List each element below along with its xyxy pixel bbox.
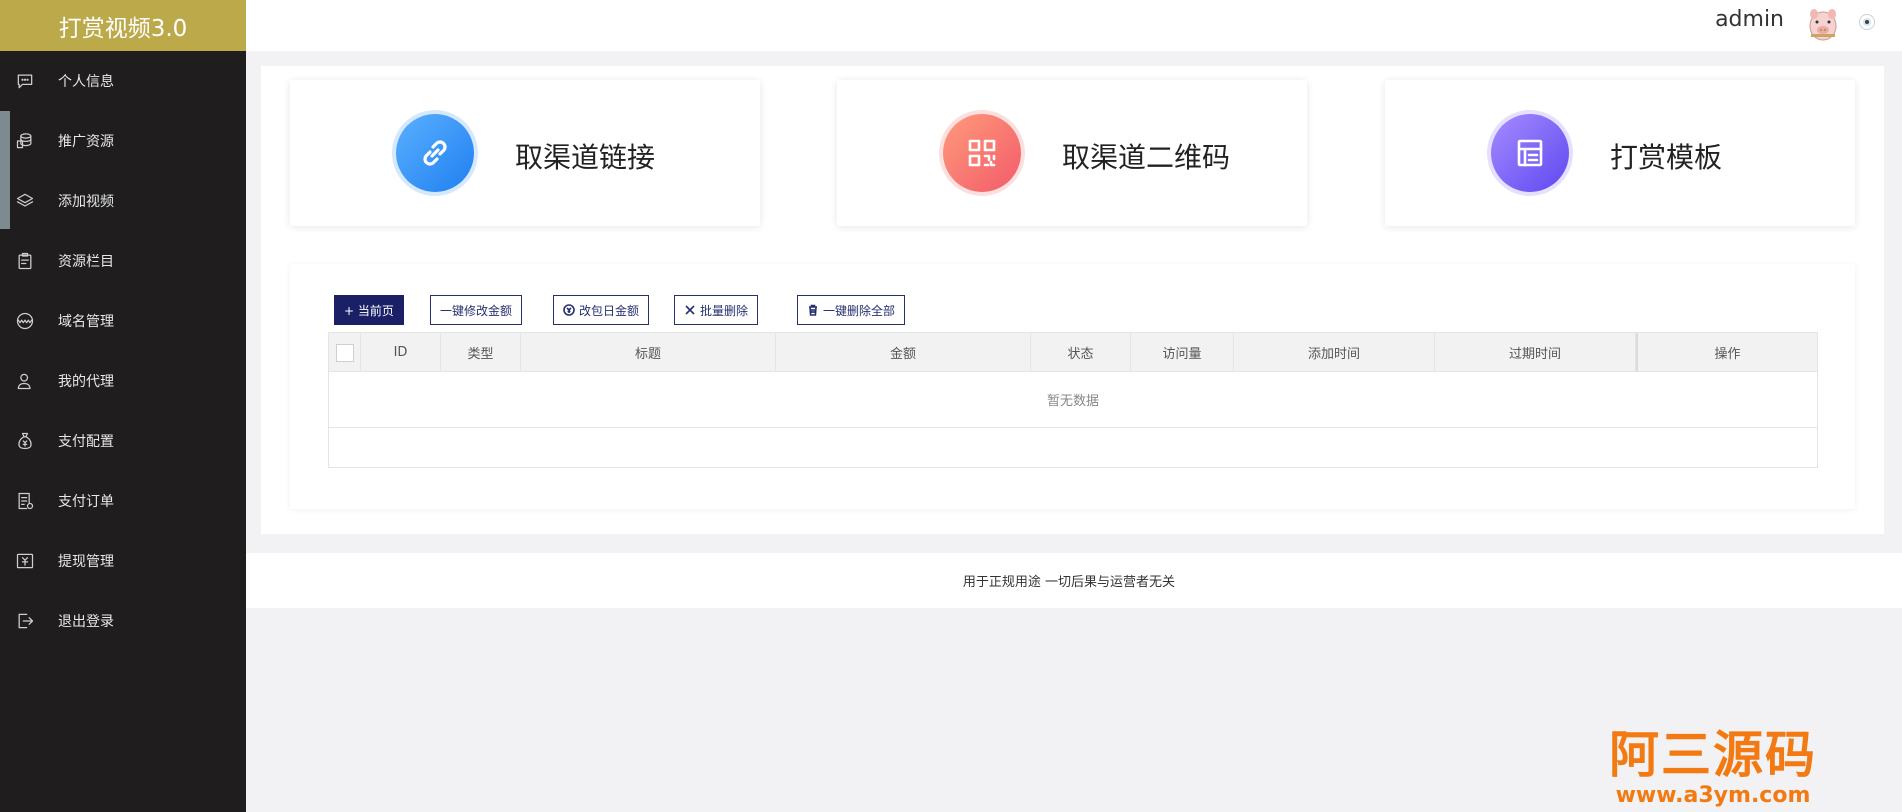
main-panel: 取渠道链接 取渠道二维码 打赏模板 + 当前页 一键修改金额 改包日金额 批量删…: [261, 66, 1884, 534]
sidebar-item-withdraw[interactable]: 提现管理: [0, 531, 246, 591]
current-page-button[interactable]: + 当前页: [334, 295, 404, 325]
data-table-section: + 当前页 一键修改金额 改包日金额 批量删除 一键删除全部 ID 类型 标题 …: [290, 264, 1855, 509]
coin-icon: [563, 304, 575, 316]
sidebar-item-label: 推广资源: [58, 134, 114, 150]
sidebar-item-promo-resources[interactable]: 推广资源: [0, 111, 246, 171]
column-header-title[interactable]: 标题: [521, 333, 776, 372]
footer-disclaimer: 用于正规用途 一切后果与运营者无关: [962, 575, 1176, 590]
data-table: ID 类型 标题 金额 状态 访问量 添加时间 过期时间 操作 暂无数据: [328, 332, 1818, 468]
username-label[interactable]: admin: [1715, 7, 1784, 32]
column-header-visits[interactable]: 访问量: [1131, 333, 1234, 372]
footer: 用于正规用途 一切后果与运营者无关: [246, 553, 1902, 608]
money-bag-icon: [14, 430, 36, 452]
sidebar-item-label: 资源栏目: [58, 254, 114, 270]
close-icon: [685, 305, 695, 315]
coins-icon: [14, 130, 36, 152]
sidebar-item-label: 支付配置: [58, 434, 114, 450]
column-header-added-time[interactable]: 添加时间: [1234, 333, 1435, 372]
www-icon: [14, 310, 36, 332]
select-all-checkbox[interactable]: [335, 343, 354, 362]
empty-state-text: 暂无数据: [329, 372, 1817, 428]
sidebar-item-resource-columns[interactable]: 资源栏目: [0, 231, 246, 291]
template-icon: [1491, 114, 1569, 192]
sidebar-item-label: 提现管理: [58, 554, 114, 570]
sidebar-item-profile[interactable]: 个人信息: [0, 51, 246, 111]
sidebar-item-label: 支付订单: [58, 494, 114, 510]
sidebar-item-label: 域名管理: [58, 314, 114, 330]
sidebar-item-label: 个人信息: [58, 74, 114, 90]
sidebar-item-agents[interactable]: 我的代理: [0, 351, 246, 411]
watermark-url: www.a3ym.com: [1615, 783, 1811, 808]
button-label: 一键删除全部: [823, 303, 896, 318]
delete-all-button[interactable]: 一键删除全部: [797, 295, 906, 325]
bulk-edit-amount-button[interactable]: 一键修改金额: [430, 295, 523, 325]
reward-template-card[interactable]: 打赏模板: [1385, 80, 1855, 226]
column-header-type[interactable]: 类型: [441, 333, 521, 372]
avatar[interactable]: [1802, 4, 1844, 46]
order-icon: [14, 490, 36, 512]
watermark-title: 阿三源码: [1609, 726, 1817, 784]
button-label: 改包日金额: [579, 303, 640, 318]
qrcode-icon: [943, 114, 1021, 192]
card-title: 取渠道二维码: [1062, 141, 1231, 174]
batch-delete-button[interactable]: 批量删除: [674, 295, 759, 325]
clipboard-icon: [14, 250, 36, 272]
table-header: ID 类型 标题 金额 状态 访问量 添加时间 过期时间 操作: [329, 333, 1817, 372]
sidebar-item-label: 退出登录: [58, 614, 114, 630]
card-title: 打赏模板: [1610, 141, 1723, 174]
layers-icon: [14, 190, 36, 212]
brand-title: 打赏视频3.0: [0, 0, 246, 51]
column-header-expire-time[interactable]: 过期时间: [1435, 333, 1636, 372]
button-label: 批量删除: [700, 303, 749, 318]
trash-icon: [809, 304, 817, 316]
card-title: 取渠道链接: [515, 141, 656, 174]
logout-icon: [14, 610, 36, 632]
sidebar-item-payment-orders[interactable]: 支付订单: [0, 471, 246, 531]
column-header-status[interactable]: 状态: [1031, 333, 1131, 372]
chat-icon: [14, 70, 36, 92]
column-header-actions: 操作: [1636, 333, 1817, 372]
edit-red-packet-button[interactable]: 改包日金额: [553, 295, 650, 325]
link-icon: [396, 114, 474, 192]
sidebar-item-payment-config[interactable]: 支付配置: [0, 411, 246, 471]
top-header: admin: [246, 0, 1902, 51]
sidebar-item-label: 添加视频: [58, 194, 114, 210]
column-header-id[interactable]: ID: [361, 333, 441, 372]
watermark: 阿三源码 www.a3ym.com: [1588, 726, 1838, 808]
user-icon: [14, 370, 36, 392]
sidebar-item-label: 我的代理: [58, 374, 114, 390]
sidebar: 打赏视频3.0 个人信息 推广资源 添加视频 资源栏目 域名管理 我的代理 支付…: [0, 0, 246, 812]
channel-link-card[interactable]: 取渠道链接: [290, 80, 760, 226]
sidebar-item-logout[interactable]: 退出登录: [0, 591, 246, 651]
settings-dot-icon[interactable]: [1860, 15, 1874, 29]
sidebar-item-add-video[interactable]: 添加视频: [0, 171, 246, 231]
channel-qrcode-card[interactable]: 取渠道二维码: [837, 80, 1307, 226]
withdraw-icon: [14, 550, 36, 572]
select-all-cell: [329, 333, 361, 372]
column-header-amount[interactable]: 金额: [776, 333, 1031, 372]
sidebar-item-domain[interactable]: 域名管理: [0, 291, 246, 351]
